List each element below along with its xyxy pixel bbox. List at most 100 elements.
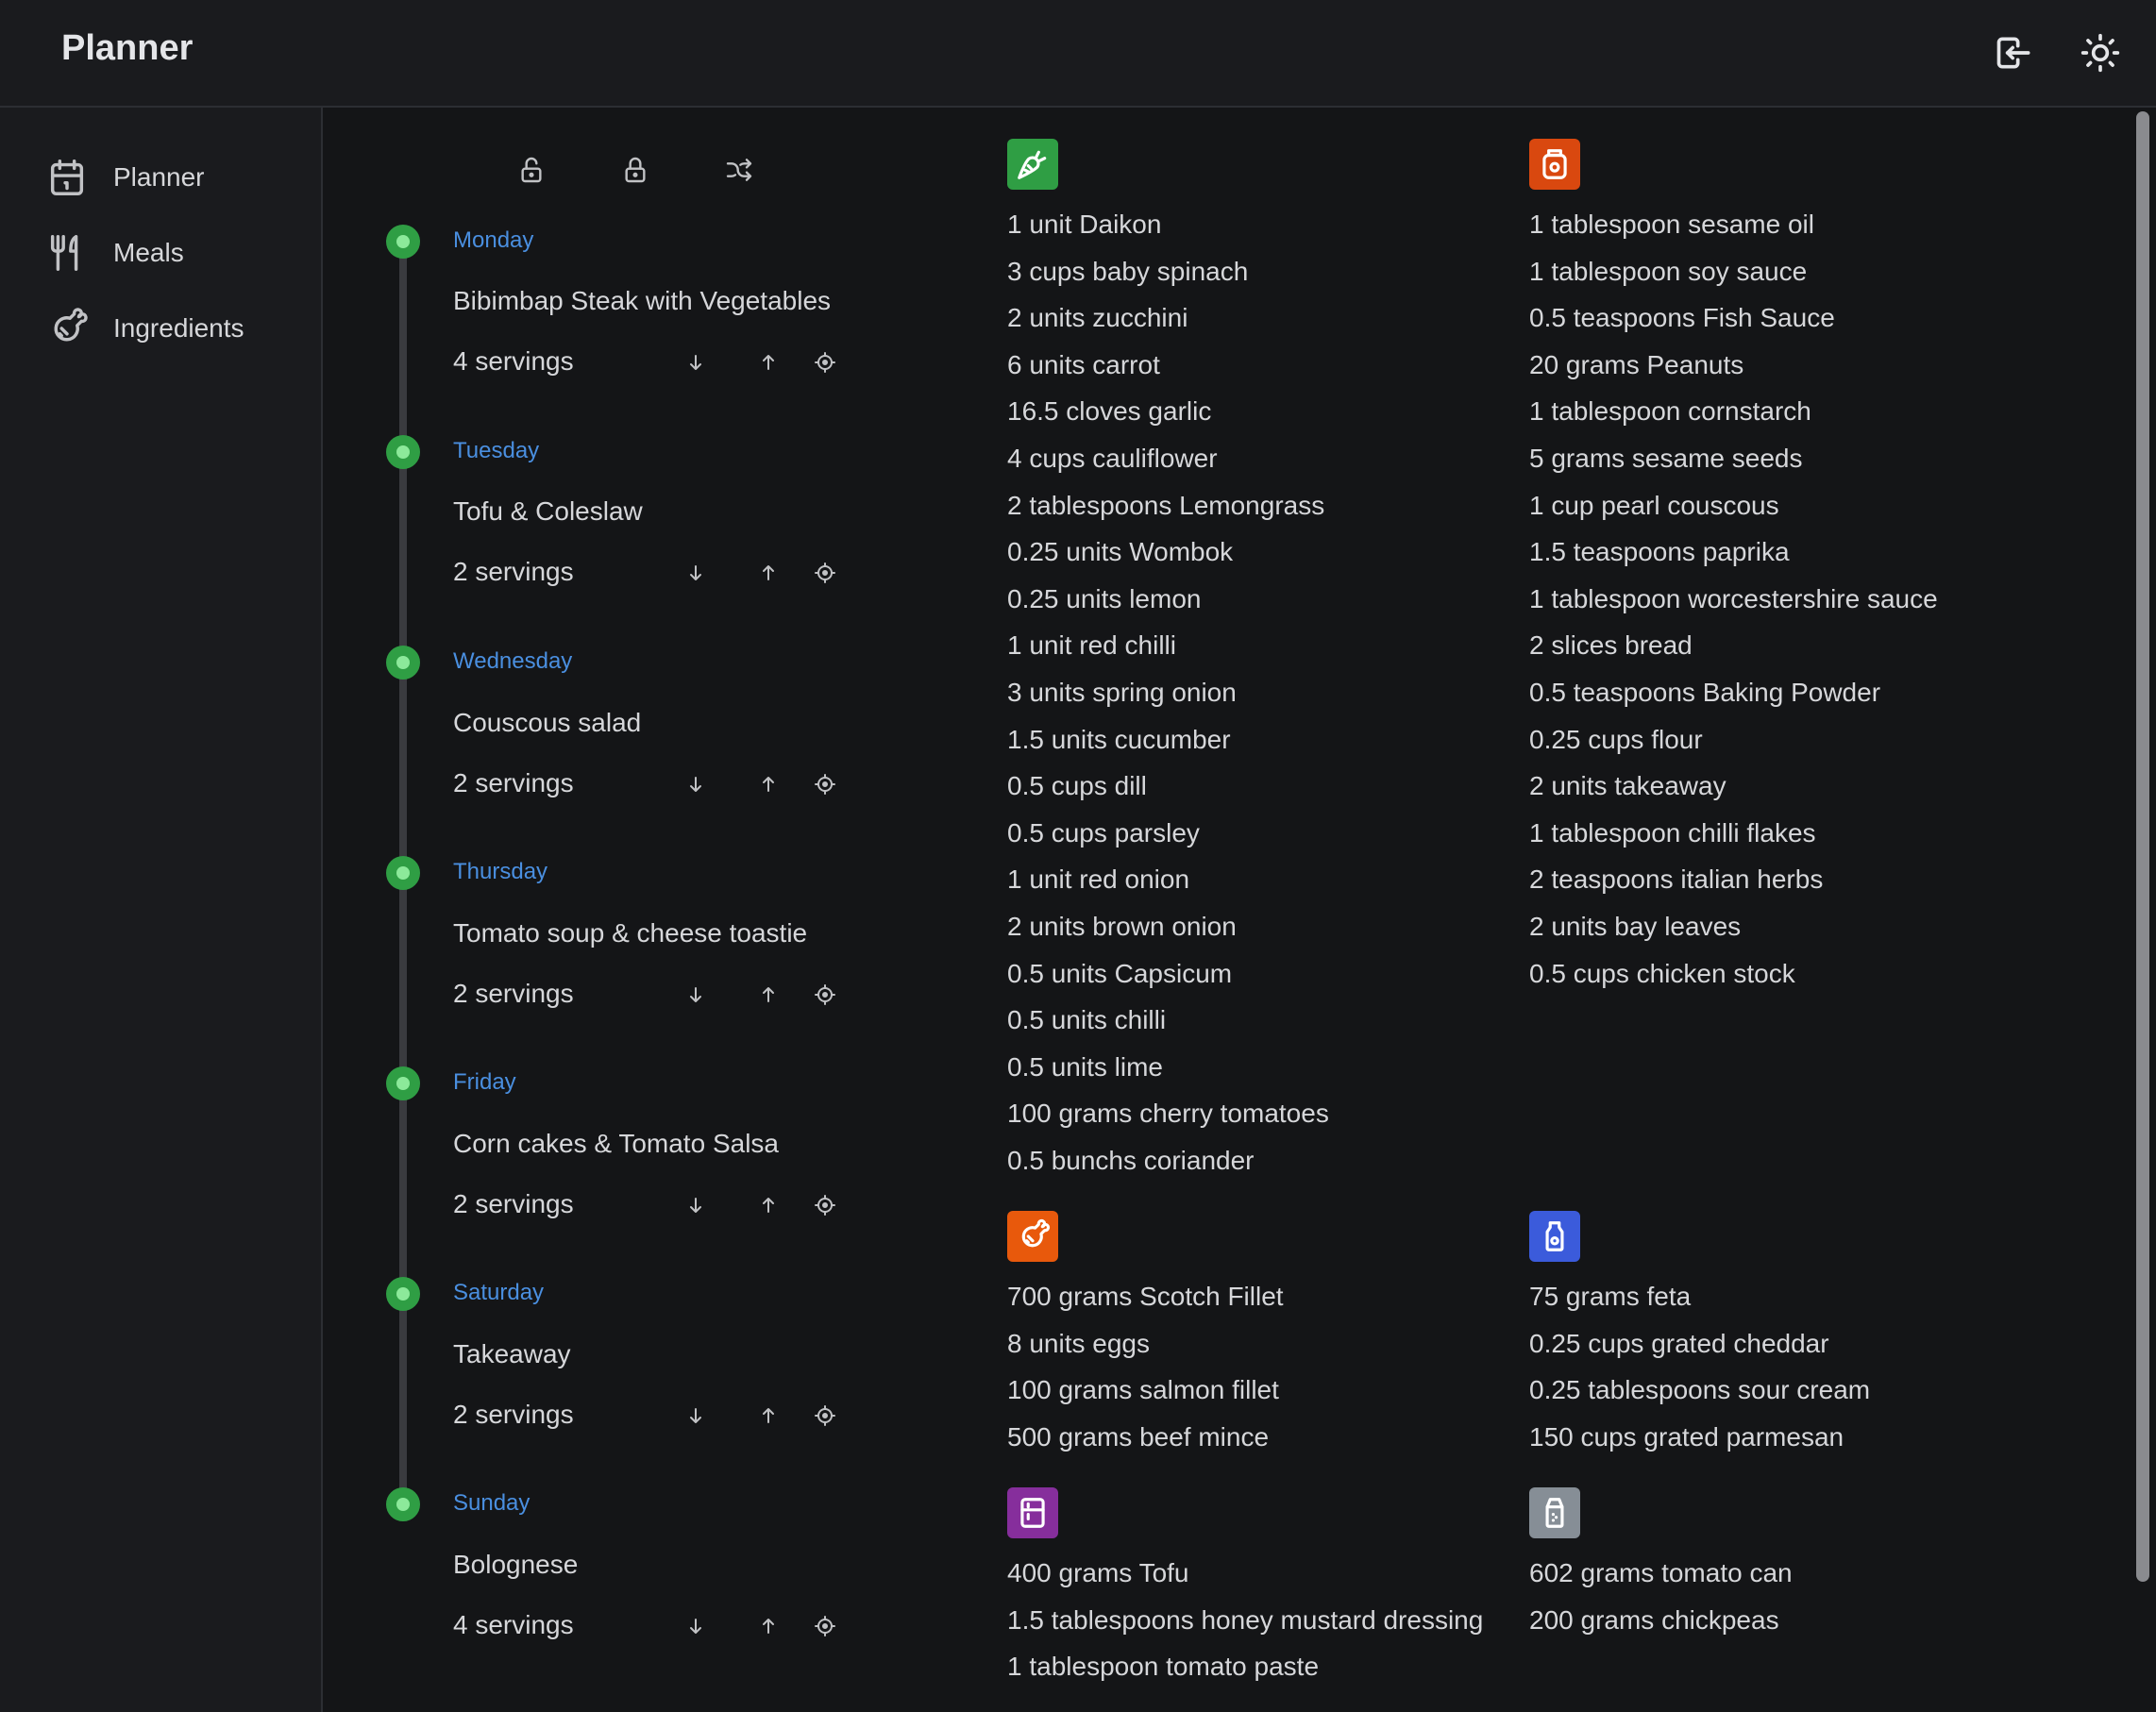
ingredient-item: 0.5 units chilli [1007, 1005, 1167, 1035]
timeline-dot [386, 435, 420, 469]
ingredient-item: 0.5 units Capsicum [1007, 958, 1233, 988]
ingredient-item: 1 tablespoon cornstarch [1529, 396, 1811, 427]
shuffle-icon[interactable] [720, 151, 758, 189]
focus-icon[interactable] [810, 769, 840, 799]
sidebar-item-ingredients[interactable]: Ingredients [45, 300, 291, 357]
timeline-dot [386, 646, 420, 680]
meal-name[interactable]: Corn cakes & Tomato Salsa [453, 1129, 779, 1159]
ingredient-item: 0.25 tablespoons sour cream [1529, 1375, 1871, 1405]
lock-open-icon[interactable] [513, 151, 550, 189]
sidebar-item-planner[interactable]: Planner [45, 149, 291, 206]
ingredient-item: 700 grams Scotch Fillet [1007, 1282, 1284, 1311]
meal-name[interactable]: Tomato soup & cheese toastie [453, 918, 807, 948]
focus-icon[interactable] [810, 1401, 840, 1431]
ingredient-item: 0.25 cups flour [1529, 724, 1703, 754]
sidebar-item-meals[interactable]: Meals [45, 225, 291, 281]
meal-name[interactable]: Bolognese [453, 1550, 578, 1580]
app-title: Planner [61, 28, 194, 68]
ingredient-item: 1 tablespoon worcestershire sauce [1529, 583, 1938, 613]
arrow-up-icon[interactable] [753, 1190, 783, 1220]
ingredient-item: 100 grams cherry tomatoes [1007, 1099, 1329, 1129]
ingredient-item: 0.5 cups parsley [1007, 817, 1200, 848]
focus-icon[interactable] [810, 980, 840, 1010]
arrow-up-icon[interactable] [753, 558, 783, 588]
timeline-dot [386, 1487, 420, 1521]
lock-icon[interactable] [616, 151, 654, 189]
ingredient-item: 2 slices bread [1529, 630, 1693, 661]
sidebar-item-label: Planner [113, 162, 205, 192]
arrow-down-icon[interactable] [681, 1401, 711, 1431]
ingredient-item: 8 units eggs [1007, 1328, 1150, 1358]
ingredient-item: 100 grams salmon fillet [1007, 1375, 1279, 1405]
ingredient-item: 0.25 cups grated cheddar [1529, 1328, 1829, 1358]
meal-name[interactable]: Bibimbap Steak with Vegetables [453, 286, 831, 316]
arrow-down-icon[interactable] [681, 1611, 711, 1641]
jar-icon [1529, 139, 1580, 190]
ingredient-list: 1 unit Daikon 3 cups baby spinach 2 unit… [1007, 201, 1329, 1183]
servings-label: 4 servings [453, 1610, 574, 1639]
arrow-up-icon[interactable] [753, 347, 783, 378]
ingredient-item: 3 cups baby spinach [1007, 256, 1249, 286]
ingredient-item: 1 tablespoon soy sauce [1529, 256, 1808, 286]
meal-name[interactable]: Couscous salad [453, 708, 641, 738]
timeline-dot [386, 1277, 420, 1311]
fridge-icon [1007, 1487, 1058, 1538]
day-label: Thursday [453, 859, 548, 884]
timeline-dot [386, 856, 420, 890]
day-label: Saturday [453, 1280, 545, 1305]
salt-icon [1529, 1487, 1580, 1538]
ingredient-item: 1 unit red onion [1007, 864, 1190, 895]
day-label: Monday [453, 227, 534, 253]
ingredient-item: 1.5 units cucumber [1007, 724, 1231, 754]
ingredient-item: 1 unit red chilli [1007, 630, 1176, 661]
arrow-down-icon[interactable] [681, 1190, 711, 1220]
ingredient-item: 1 cup pearl couscous [1529, 490, 1779, 520]
sidebar-item-label: Ingredients [113, 313, 244, 343]
timeline-dot [386, 1066, 420, 1100]
meat-icon [1007, 1211, 1058, 1262]
arrow-down-icon[interactable] [681, 347, 711, 378]
ingredient-item: 2 units bay leaves [1529, 911, 1742, 941]
ingredient-item: 20 grams Peanuts [1529, 349, 1744, 379]
ingredient-item: 2 units takeaway [1529, 771, 1726, 801]
arrow-down-icon[interactable] [681, 769, 711, 799]
ingredient-item: 0.5 cups dill [1007, 771, 1147, 801]
meal-name[interactable]: Tofu & Coleslaw [453, 496, 643, 527]
ingredient-item: 4 cups cauliflower [1007, 443, 1218, 473]
ingredient-item: 2 teaspoons italian herbs [1529, 864, 1824, 895]
focus-icon[interactable] [810, 1611, 840, 1641]
arrow-up-icon[interactable] [753, 769, 783, 799]
ingredient-item: 2 units brown onion [1007, 911, 1237, 941]
focus-icon[interactable] [810, 347, 840, 378]
arrow-down-icon[interactable] [681, 980, 711, 1010]
sun-icon[interactable] [2074, 26, 2127, 79]
bottle-icon [1529, 1211, 1580, 1262]
ingredient-item: 1 tablespoon tomato paste [1007, 1652, 1320, 1682]
ingredient-list: 400 grams Tofu 1.5 tablespoons honey mus… [1007, 1550, 1483, 1690]
fork-knife-icon [50, 235, 78, 271]
servings-label: 2 servings [453, 557, 574, 586]
day-label: Wednesday [453, 648, 573, 674]
ingredient-item: 150 cups grated parmesan [1529, 1421, 1844, 1452]
ingredient-item: 0.5 bunchs coriander [1007, 1145, 1255, 1175]
arrow-down-icon[interactable] [681, 558, 711, 588]
ingredient-item: 0.25 units Wombok [1007, 537, 1234, 567]
arrow-up-icon[interactable] [753, 1401, 783, 1431]
meal-name[interactable]: Takeaway [453, 1339, 571, 1369]
ingredient-item: 2 tablespoons Lemongrass [1007, 490, 1325, 520]
servings-label: 2 servings [453, 979, 574, 1008]
servings-label: 2 servings [453, 1189, 574, 1218]
ingredient-item: 6 units carrot [1007, 349, 1160, 379]
focus-icon[interactable] [810, 1190, 840, 1220]
logout-icon[interactable] [1988, 26, 2041, 79]
ingredient-item: 200 grams chickpeas [1529, 1604, 1779, 1635]
ingredient-item: 1.5 tablespoons honey mustard dressing [1007, 1604, 1484, 1635]
servings-label: 2 servings [453, 768, 574, 797]
focus-icon[interactable] [810, 558, 840, 588]
arrow-up-icon[interactable] [753, 980, 783, 1010]
arrow-up-icon[interactable] [753, 1611, 783, 1641]
ingredient-item: 1 tablespoon sesame oil [1529, 210, 1814, 239]
scrollbar-thumb[interactable] [2136, 111, 2149, 1582]
ingredient-item: 75 grams feta [1529, 1282, 1692, 1311]
ingredient-list: 1 tablespoon sesame oil 1 tablespoon soy… [1529, 201, 1938, 997]
